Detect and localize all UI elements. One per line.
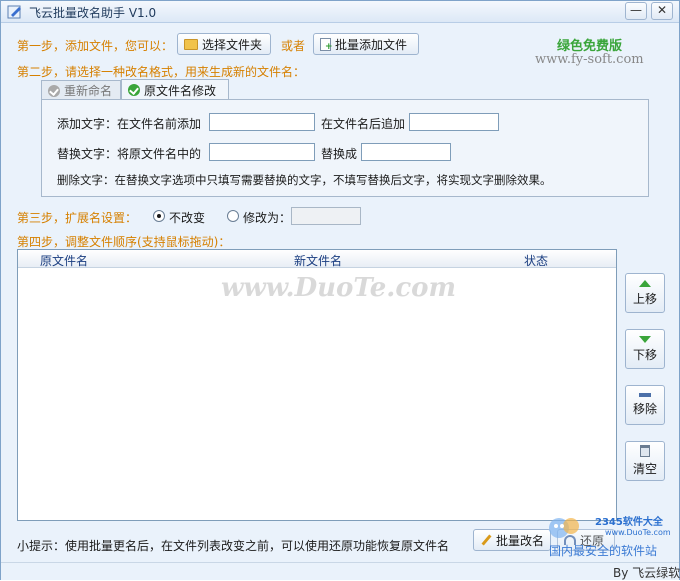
remove-label: 移除 (632, 402, 657, 416)
status-bar (1, 562, 679, 580)
ext-unchanged-label: 不改变 (169, 211, 206, 225)
add-file-icon (320, 37, 333, 52)
step1-label: 第一步，添加文件，您可以： (17, 39, 174, 53)
pencil-icon (480, 534, 492, 546)
move-down-label: 下移 (632, 347, 657, 362)
batch-rename-label: 批量改名 (495, 533, 544, 548)
suffix-input[interactable] (409, 113, 499, 131)
tab-modify-original[interactable]: 原文件名修改 (121, 79, 229, 100)
arrow-up-icon (639, 279, 651, 287)
replace-to-input[interactable] (361, 143, 451, 161)
select-folder-button[interactable]: 选择文件夹 (177, 33, 271, 55)
select-folder-label: 选择文件夹 (202, 37, 263, 52)
column-original-name[interactable]: 原文件名 (40, 252, 88, 269)
replace-to-label: 替换成 (321, 147, 358, 161)
trash-icon (640, 445, 650, 457)
window-title: 飞云批量改名助手 V1.0 (29, 6, 157, 20)
tab-rename-label: 重新命名 (64, 84, 113, 98)
byline-label: By 飞云绿软 (613, 566, 680, 580)
check-circle-icon (128, 84, 140, 96)
tab-rename[interactable]: 重新命名 (41, 80, 121, 100)
minus-icon (639, 393, 651, 397)
website-label: www.fy-soft.com (535, 52, 644, 67)
app-window: 飞云批量改名助手 V1.0 — ✕ 第一步，添加文件，您可以： 选择文件夹 或者… (0, 0, 680, 580)
ext-change-radio[interactable] (227, 210, 239, 222)
brand-name: 2345软件大全 (595, 517, 663, 528)
move-down-button[interactable]: 下移 (625, 329, 665, 369)
batch-add-files-label: 批量添加文件 (335, 37, 408, 52)
ext-change-input[interactable] (291, 207, 361, 225)
brand-slogan: 国内最安全的软件站 (549, 544, 658, 558)
or-label: 或者 (281, 39, 306, 53)
remove-button[interactable]: 移除 (625, 385, 665, 425)
tip-label: 小提示：使用批量更名后，在文件列表改变之前，可以使用还原功能恢复原文件名 (17, 539, 450, 553)
clear-label: 清空 (632, 462, 657, 476)
replace-label: 替换文字：将原文件名中的 (57, 147, 202, 161)
add-suffix-label: 在文件名后追加 (321, 117, 406, 131)
clear-button[interactable]: 清空 (625, 441, 665, 481)
batch-add-files-button[interactable]: 批量添加文件 (313, 33, 419, 55)
column-status[interactable]: 状态 (524, 252, 548, 269)
arrow-down-icon (639, 335, 651, 343)
close-button[interactable]: ✕ (651, 2, 673, 20)
step3-label: 第三步，扩展名设置： (17, 211, 138, 225)
folder-icon (184, 38, 198, 50)
replace-from-input[interactable] (209, 143, 315, 161)
title-bar: 飞云批量改名助手 V1.0 — ✕ (1, 1, 679, 23)
move-up-button[interactable]: 上移 (625, 273, 665, 313)
prefix-input[interactable] (209, 113, 315, 131)
file-list-header: 原文件名 新文件名 状态 (18, 250, 616, 268)
duote-watermark: www.DuoTe.com (221, 273, 457, 303)
app-pencil-icon (7, 5, 21, 19)
brand-site: www.DuoTe.com (605, 528, 671, 537)
move-up-label: 上移 (632, 291, 657, 306)
ext-unchanged-radio[interactable] (153, 210, 165, 222)
delete-hint-label: 删除文字：在替换文字选项中只填写需要替换的文字，不填写替换后文字，将实现文字删除… (57, 173, 552, 187)
add-text-label: 添加文字：在文件名前添加 (57, 117, 202, 131)
check-circle-icon (48, 84, 60, 97)
ext-change-label: 修改为： (243, 211, 292, 225)
step2-label: 第二步，请选择一种改名格式，用来生成新的文件名： (17, 65, 306, 79)
tab-modify-original-label: 原文件名修改 (144, 83, 217, 98)
minimize-button[interactable]: — (625, 2, 647, 20)
batch-rename-button[interactable]: 批量改名 (473, 529, 551, 551)
step4-label: 第四步，调整文件顺序(支持鼠标拖动)： (17, 235, 231, 249)
mascot-logo-icon (549, 518, 579, 538)
column-new-name[interactable]: 新文件名 (294, 252, 342, 269)
